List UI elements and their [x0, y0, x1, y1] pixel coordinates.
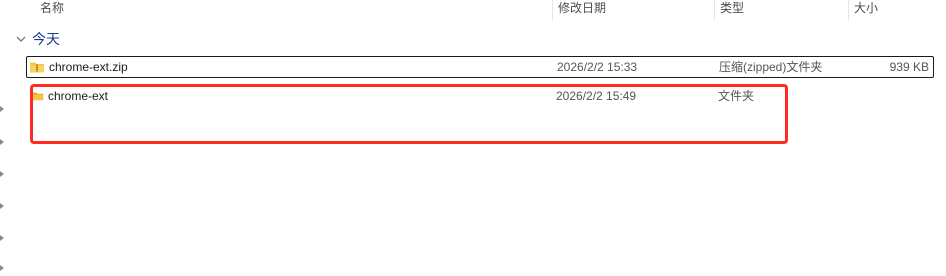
group-header-today[interactable]: 今天 — [14, 29, 60, 49]
file-size: 939 KB — [889, 60, 929, 74]
expand-arrow-icon[interactable] — [0, 265, 4, 271]
chevron-down-icon[interactable] — [14, 32, 28, 46]
file-row-chrome-ext-zip[interactable]: chrome-ext.zip 2026/2/2 15:33 压缩(zipped)… — [26, 56, 934, 78]
file-date-modified: 2026/2/2 15:33 — [557, 60, 638, 74]
expand-arrow-icon[interactable] — [0, 106, 4, 112]
navigation-pane-edge — [0, 0, 10, 276]
column-header-type[interactable]: 类型 — [714, 0, 848, 20]
column-header-name[interactable]: 名称 — [34, 0, 552, 20]
expand-arrow-icon[interactable] — [0, 203, 4, 209]
column-header-row: 名称 修改日期 类型 大小 — [0, 0, 946, 20]
group-label: 今天 — [32, 31, 60, 47]
file-name[interactable]: chrome-ext.zip — [49, 57, 128, 77]
annotation-highlight-box — [30, 84, 788, 144]
file-type: 压缩(zipped)文件夹 — [719, 60, 823, 74]
column-header-size[interactable]: 大小 — [848, 0, 938, 20]
expand-arrow-icon[interactable] — [0, 235, 4, 241]
zip-folder-icon — [30, 62, 44, 73]
expand-arrow-icon[interactable] — [0, 171, 4, 177]
expand-arrow-icon[interactable] — [0, 139, 4, 145]
column-header-date-modified[interactable]: 修改日期 — [552, 0, 714, 20]
